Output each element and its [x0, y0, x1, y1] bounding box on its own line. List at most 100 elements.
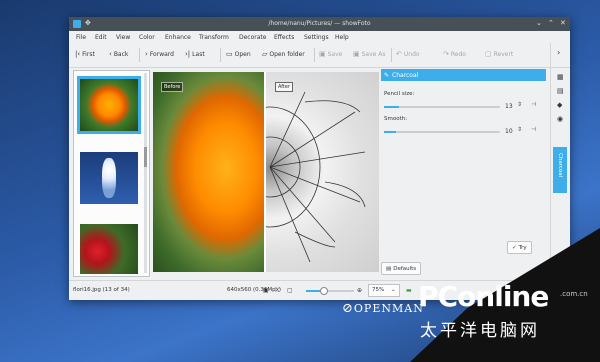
save-as-icon: ▣ — [353, 50, 360, 58]
pencil-size-fill — [384, 106, 400, 108]
forward-button[interactable]: › Forward — [145, 50, 174, 58]
last-button[interactable]: ›| Last — [185, 50, 205, 58]
color-managed-icon[interactable]: ▬ — [406, 287, 412, 294]
before-image — [153, 72, 265, 272]
open-icon: ▭ — [226, 50, 233, 58]
first-button[interactable]: |‹ First — [75, 50, 95, 58]
zoom-combobox[interactable]: 75% ⌄ — [368, 284, 400, 297]
properties-icon[interactable]: ▦ — [557, 73, 564, 81]
toolbar-separator — [139, 48, 140, 62]
thumbnail-image — [80, 79, 138, 131]
toolbar-separator — [391, 48, 392, 62]
zoom-fit-icon[interactable]: ▣ — [263, 287, 269, 294]
pconline-logo: PConline — [418, 280, 549, 313]
redo-icon: ↷ — [443, 50, 449, 58]
menu-color[interactable]: Color — [139, 34, 155, 41]
zoom-100-icon[interactable]: ⛶ — [275, 287, 279, 295]
toolbar: |‹ First ‹ Back › Forward ›| Last ▭ Open ▱ Ope… — [69, 43, 570, 68]
smooth-value[interactable]: 10 — [505, 128, 513, 135]
menu-settings[interactable]: Settings — [304, 34, 329, 41]
status-filename: flori16.jpg (13 of 34) — [73, 287, 130, 293]
split-divider[interactable] — [264, 72, 266, 272]
menu-view[interactable]: View — [116, 34, 130, 41]
charcoal-sidebar-tab[interactable]: Charcoal — [553, 147, 567, 193]
charcoal-sketch — [219, 91, 366, 263]
thumbnail[interactable] — [77, 221, 141, 279]
panel-header: ✎ Charcoal — [381, 69, 546, 81]
zoom-slider[interactable] — [306, 287, 354, 295]
redo-button[interactable]: ↷ Redo — [443, 50, 466, 58]
save-button[interactable]: ▣ Save — [319, 50, 342, 58]
try-button[interactable]: ✓ Try — [507, 241, 532, 254]
menu-bar: File Edit View Color Enhance Transform D… — [69, 31, 570, 43]
menu-file[interactable]: File — [76, 34, 86, 41]
close-icon[interactable]: ✕ — [560, 19, 566, 27]
maximize-icon[interactable]: ⌃ — [548, 19, 554, 27]
thumbnail-scrollbar[interactable] — [144, 73, 147, 273]
undo-icon: ↶ — [396, 50, 402, 58]
window-title: /home/nanu/Pictures/ — showFoto — [268, 20, 371, 27]
pencil-size-stepper[interactable]: ⇕ — [517, 101, 522, 108]
thumbnail-image — [80, 152, 138, 204]
pconline-domain: .com.cn — [560, 290, 588, 298]
zoom-in-icon[interactable]: ⊕ — [357, 287, 362, 294]
save-as-button[interactable]: ▣ Save As — [353, 50, 386, 58]
open-button[interactable]: ▭ Open — [226, 50, 251, 58]
smooth-reset[interactable]: ⊣ — [531, 126, 536, 133]
thumbnail-image — [80, 224, 138, 274]
after-label: After — [275, 82, 294, 92]
smooth-label: Smooth: — [384, 116, 408, 122]
status-dimensions: 640x560 (0.36Mpx) — [227, 287, 282, 293]
back-button[interactable]: ‹ Back — [109, 50, 128, 58]
zoom-out-icon[interactable]: ▢ — [287, 287, 293, 294]
menu-decorate[interactable]: Decorate — [239, 34, 266, 41]
menu-help[interactable]: Help — [335, 34, 349, 41]
last-icon: ›| — [185, 50, 191, 58]
image-preview[interactable]: Before After — [153, 72, 379, 272]
metadata-icon[interactable]: ▤ — [557, 87, 564, 95]
defaults-icon: ▤ — [386, 265, 392, 272]
openman-watermark: ⊘OPENMAN — [342, 301, 424, 316]
menu-effects[interactable]: Effects — [274, 34, 294, 41]
colors-icon[interactable]: ◆ — [557, 101, 562, 109]
open-folder-icon: ▱ — [262, 50, 268, 58]
open-folder-button[interactable]: ▱ Open folder — [262, 50, 305, 58]
minimize-icon[interactable]: ⌄ — [536, 19, 542, 27]
smooth-fill — [384, 131, 396, 133]
title-bar[interactable]: ✥ /home/nanu/Pictures/ — showFoto ⌄ ⌃ ✕ — [69, 17, 570, 31]
pencil-size-label: Pencil size: — [384, 91, 415, 97]
menu-enhance[interactable]: Enhance — [165, 34, 191, 41]
back-icon: ‹ — [109, 50, 112, 58]
revert-icon: ▢ — [485, 50, 492, 58]
pencil-size-slider[interactable] — [384, 106, 500, 108]
thumbnail[interactable] — [77, 149, 141, 207]
after-image — [219, 72, 379, 272]
geolocation-icon[interactable]: ◉ — [557, 115, 563, 123]
pencil-icon: ✎ — [384, 72, 390, 79]
pencil-size-value[interactable]: 13 — [505, 103, 513, 110]
thumbnail-selected[interactable] — [77, 76, 141, 134]
scrollbar-handle[interactable] — [144, 147, 147, 167]
app-window: ✥ /home/nanu/Pictures/ — showFoto ⌄ ⌃ ✕ … — [69, 17, 570, 300]
forward-icon: › — [145, 50, 148, 58]
zoom-slider-handle[interactable] — [320, 287, 328, 295]
menu-transform[interactable]: Transform — [199, 34, 229, 41]
toolbar-separator — [314, 48, 315, 62]
save-icon: ▣ — [319, 50, 326, 58]
defaults-button[interactable]: ▤ Defaults — [381, 262, 422, 275]
revert-button[interactable]: ▢ Revert — [485, 50, 513, 58]
panel-title: Charcoal — [392, 72, 419, 79]
toolbar-separator — [220, 48, 221, 62]
try-icon: ✓ — [512, 244, 517, 251]
undo-button[interactable]: ↶ Undo — [396, 50, 420, 58]
menu-edit[interactable]: Edit — [95, 34, 107, 41]
smooth-stepper[interactable]: ⇕ — [517, 126, 522, 133]
first-icon: |‹ — [75, 50, 81, 58]
chevron-down-icon: ⌄ — [391, 287, 396, 293]
thumbnail-image-flower — [102, 158, 116, 198]
before-label: Before — [161, 82, 184, 92]
thumbnail-bar[interactable] — [73, 70, 150, 277]
smooth-slider[interactable] — [384, 131, 500, 133]
tool-settings-panel: ✎ Charcoal Pencil size: 13 ⇕ ⊣ Smooth: 1… — [379, 69, 550, 279]
pencil-size-reset[interactable]: ⊣ — [531, 101, 536, 108]
